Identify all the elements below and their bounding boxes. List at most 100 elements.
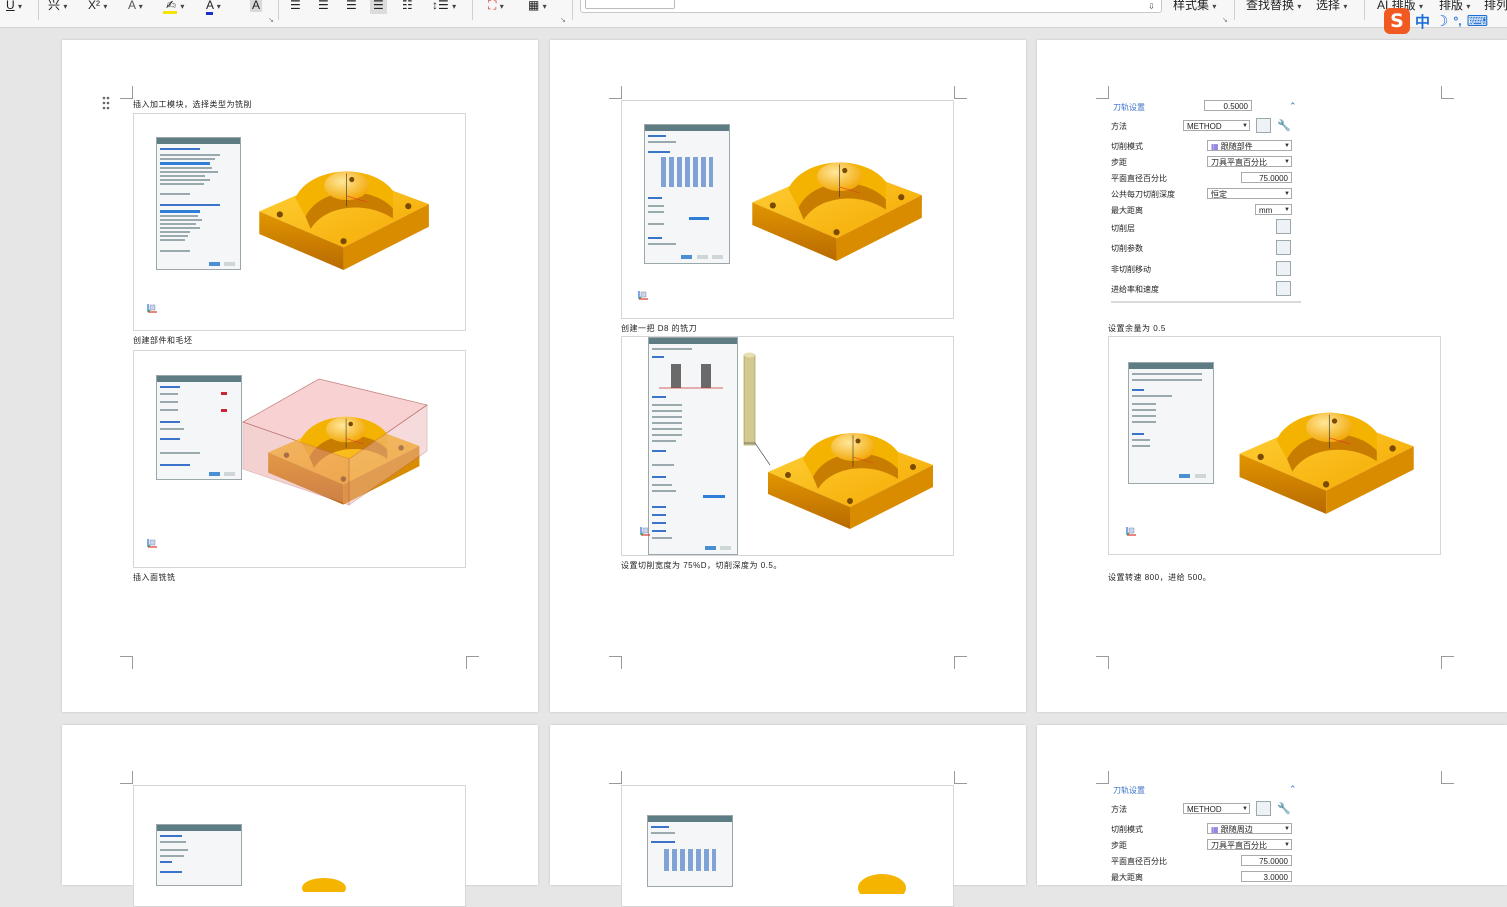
style-gallery-expand-icon[interactable]: ⇩ [1148, 0, 1155, 14]
line-spacing-icon[interactable]: ↕☰ ▾ [432, 0, 456, 14]
underline-button[interactable]: U ▾ [6, 0, 22, 14]
tool-diagram-icon [659, 364, 723, 389]
field-label: 非切削移动 [1111, 264, 1151, 274]
style-gallery-item[interactable] [585, 0, 675, 9]
superscript-button[interactable]: X² ▾ [88, 0, 107, 14]
coordinate-axes-icon [147, 538, 158, 548]
cad-part-model [751, 161, 923, 262]
keyboard-icon[interactable]: ⌨ [1467, 12, 1489, 30]
caption-text: 插入面铣铣 [133, 573, 176, 582]
char-shading-button[interactable]: A [250, 0, 263, 14]
margin-corner-mark [120, 86, 133, 99]
dialog-thumbnail [648, 337, 738, 555]
section-title: 刀轨设置 [1113, 103, 1145, 112]
unit-select[interactable]: mm ▼ [1255, 204, 1292, 215]
dialog-thumbnail [647, 815, 733, 887]
method-select[interactable]: METHOD ▼ [1183, 120, 1250, 131]
toolpath-settings-panel: 刀轨设置 ⌃ 方法 METHOD ▼ 🔧 切削模式 ▦ 跟随周边 ▼ 步距 刀具平直… [1111, 783, 1301, 883]
coordinate-axes-icon [638, 290, 649, 300]
toolbar-divider [472, 0, 473, 20]
non-cutting-moves-icon[interactable] [1276, 261, 1291, 276]
field-label: 进给率和速度 [1111, 284, 1159, 294]
percent-diameter-input[interactable]: 75.0000 [1241, 172, 1292, 183]
margin-corner-mark [120, 656, 133, 669]
field-label: 方法 [1111, 804, 1127, 814]
cutting-parameters-icon[interactable] [1276, 240, 1291, 255]
margin-corner-mark [954, 656, 967, 669]
style-set-button[interactable]: 样式集 ▾ [1173, 0, 1216, 14]
cad-part-model [258, 170, 430, 271]
align-left-icon[interactable]: ☰ [290, 0, 301, 14]
document-page-6[interactable]: 刀轨设置 ⌃ 方法 METHOD ▼ 🔧 切削模式 ▦ 跟随周边 ▼ 步距 刀具平直… [1037, 725, 1507, 885]
ribbon-toolbar: U ▾ 兴 ▾ X² ▾ A ▾ ✍ ▾ A ▾ A ↘ ☰ ☰ ☰ ☰ ☷ ↕… [0, 0, 1507, 28]
highlight-button[interactable]: ✍ ▾ [163, 0, 184, 14]
percent-diameter-input[interactable]: 75.0000 [1241, 855, 1292, 866]
drag-handle-icon[interactable] [101, 96, 111, 110]
max-distance-input[interactable]: 3.0000 [1241, 871, 1292, 882]
margin-corner-mark [1096, 656, 1109, 669]
margin-corner-mark [120, 771, 133, 784]
strikethrough-button[interactable]: 兴 ▾ [48, 0, 67, 14]
collapse-chevron-icon[interactable]: ⌃ [1289, 784, 1297, 795]
punctuation-icon[interactable]: °, [1453, 14, 1461, 28]
text-effect-button[interactable]: A ▾ [128, 0, 143, 14]
border-icon[interactable]: ▦ ▾ [528, 0, 547, 14]
field-label: 公共每刀切削深度 [1111, 189, 1175, 199]
depth-per-cut-select[interactable]: 恒定 ▼ [1207, 188, 1292, 199]
screenshot-image-2 [133, 350, 466, 568]
align-right-icon[interactable]: ☰ [346, 0, 357, 14]
toolbar-divider [572, 0, 573, 20]
section-title: 刀轨设置 [1113, 786, 1145, 795]
moon-icon[interactable]: ☽ [1435, 12, 1448, 30]
font-dialog-launcher-icon[interactable]: ↘ [268, 16, 274, 24]
cut-pattern-select[interactable]: ▦ 跟随周边 ▼ [1207, 823, 1292, 834]
document-page-5[interactable] [550, 725, 1026, 907]
document-page-3[interactable]: 刀轨设置 ⌃ 方法 METHOD ▼ 🔧 切削模式 ▦ 跟随部件 ▼ 步距 刀具平直… [1037, 40, 1507, 712]
method-edit-icon[interactable] [1256, 801, 1271, 816]
field-label: 切削模式 [1111, 824, 1143, 834]
method-select[interactable]: METHOD ▼ [1183, 803, 1250, 814]
screenshot-image-4 [621, 336, 954, 556]
align-center-icon[interactable]: ☰ [318, 0, 329, 14]
collapse-chevron-icon[interactable]: ⌃ [1289, 101, 1297, 112]
shading-icon[interactable]: ⛶ ▾ [488, 0, 504, 14]
dialog-thumbnail [644, 124, 730, 264]
find-replace-button[interactable]: 查找替换 ▾ [1246, 0, 1301, 14]
cad-part-model [302, 878, 346, 892]
style-dialog-launcher-icon[interactable]: ↘ [1222, 16, 1228, 24]
blank-stock-box-model [242, 378, 428, 506]
select-button[interactable]: 选择 ▾ [1316, 0, 1347, 14]
cut-pattern-select[interactable]: ▦ 跟随部件 ▼ [1207, 140, 1292, 151]
cad-part-model [858, 874, 906, 894]
stepover-select[interactable]: 刀具平直百分比 ▼ [1207, 839, 1292, 850]
max-distance-input[interactable]: 0.5000 [1204, 100, 1252, 111]
field-label: 方法 [1111, 121, 1127, 131]
cut-levels-icon[interactable] [1276, 219, 1291, 234]
screenshot-image-6 [133, 785, 466, 907]
method-edit-icon[interactable] [1256, 118, 1271, 133]
sogou-logo-icon[interactable]: S [1384, 8, 1410, 34]
dialog-thumbnail [156, 137, 241, 270]
justify-icon[interactable]: ☰ [370, 0, 387, 14]
distributed-align-icon[interactable]: ☷ [402, 0, 413, 14]
margin-corner-mark [954, 771, 967, 784]
paragraph-dialog-launcher-icon[interactable]: ↘ [560, 16, 566, 24]
toolbar-divider [1364, 0, 1365, 20]
field-label: 最大距离 [1111, 205, 1143, 215]
document-page-2[interactable]: 创建一把 D8 的铣刀 设置切削宽度为 75%D，切削深度为 0.5。 [550, 40, 1026, 712]
endmill-tool-model [743, 352, 934, 530]
field-label: 步距 [1111, 840, 1127, 850]
document-page-4[interactable] [62, 725, 538, 907]
document-page-1[interactable]: 插入加工模块，选择类型为铣削 创建部件和毛坯 插入面铣铣 [62, 40, 538, 712]
wrench-icon[interactable]: 🔧 [1276, 801, 1291, 816]
style-gallery[interactable] [580, 0, 1162, 13]
font-color-button[interactable]: A ▾ [206, 0, 221, 15]
stepover-select[interactable]: 刀具平直百分比 ▼ [1207, 156, 1292, 167]
wrench-icon[interactable]: 🔧 [1276, 118, 1291, 133]
ime-status-bar[interactable]: S 中 ☽ °, ⌨ [1384, 6, 1488, 36]
field-label: 切削层 [1111, 223, 1135, 233]
toolpath-settings-panel: 刀轨设置 ⌃ 方法 METHOD ▼ 🔧 切削模式 ▦ 跟随部件 ▼ 步距 刀具平直… [1111, 100, 1301, 305]
ime-language-toggle[interactable]: 中 [1415, 11, 1430, 32]
feeds-speeds-icon[interactable] [1276, 281, 1291, 296]
toolbar-divider [278, 0, 279, 20]
